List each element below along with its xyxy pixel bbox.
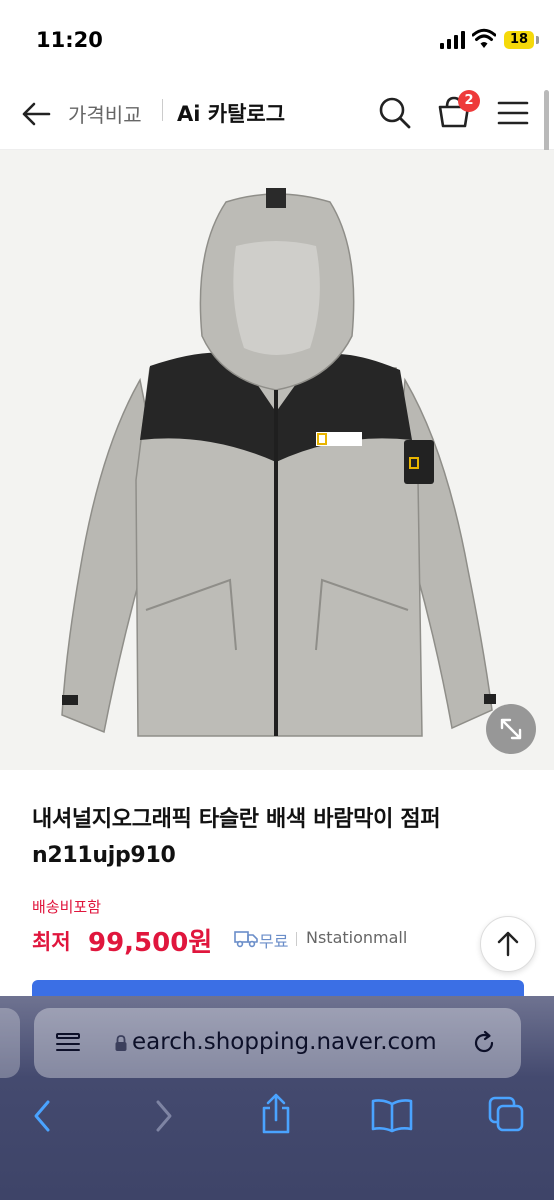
tabs-icon[interactable] <box>486 1094 526 1134</box>
browser-toolbar: earch.shopping.naver.com <box>0 996 554 1200</box>
cart-count-badge: 2 <box>458 90 480 112</box>
product-title: 내셔널지오그래픽 타슬란 배색 바람막이 점퍼 n211ujp910 <box>32 807 441 868</box>
truck-icon <box>234 931 258 948</box>
share-icon[interactable] <box>256 1092 296 1136</box>
price-compare-link[interactable]: 가격비교 <box>68 99 142 128</box>
ai-catalog-title[interactable]: Ai 카탈로그 <box>177 98 285 128</box>
battery-level: 18 <box>504 31 534 49</box>
back-arrow-icon[interactable] <box>20 98 52 130</box>
forward-icon[interactable] <box>146 1096 180 1136</box>
menu-icon[interactable] <box>496 96 530 130</box>
site-header: 가격비교 Ai 카탈로그 2 <box>0 80 554 150</box>
seller-name[interactable]: Nstationmall <box>306 928 407 947</box>
search-icon[interactable] <box>376 94 414 132</box>
lowest-price-label: 최저 <box>32 930 71 954</box>
status-time: 11:20 <box>36 28 103 52</box>
previous-tab-preview[interactable] <box>0 1008 20 1078</box>
lock-icon <box>115 1035 127 1051</box>
breadcrumb-divider <box>162 99 163 121</box>
shipping-fee-label: 무료 <box>259 932 289 951</box>
lowest-price-value: 99,500원 <box>88 928 213 958</box>
wifi-icon <box>472 28 496 48</box>
page-settings-icon[interactable] <box>54 1030 82 1058</box>
product-image[interactable] <box>0 150 554 770</box>
back-icon[interactable] <box>26 1096 60 1136</box>
scroll-to-top-button[interactable] <box>480 916 536 972</box>
seller-divider <box>296 932 297 946</box>
status-bar: 11:20 18 <box>0 0 554 80</box>
url-text[interactable]: earch.shopping.naver.com <box>132 1029 437 1055</box>
shipping-included-note: 배송비포함 <box>32 898 102 916</box>
cellular-signal-icon <box>440 31 465 49</box>
jacket-illustration <box>61 188 496 737</box>
arrow-up-icon <box>497 931 519 957</box>
bookmarks-icon[interactable] <box>370 1096 414 1134</box>
address-bar[interactable]: earch.shopping.naver.com <box>34 1008 521 1078</box>
reload-icon[interactable] <box>470 1029 498 1057</box>
zoom-expand-icon <box>500 718 522 740</box>
zoom-expand-button[interactable] <box>486 704 536 754</box>
battery-icon: 18 <box>502 29 539 51</box>
